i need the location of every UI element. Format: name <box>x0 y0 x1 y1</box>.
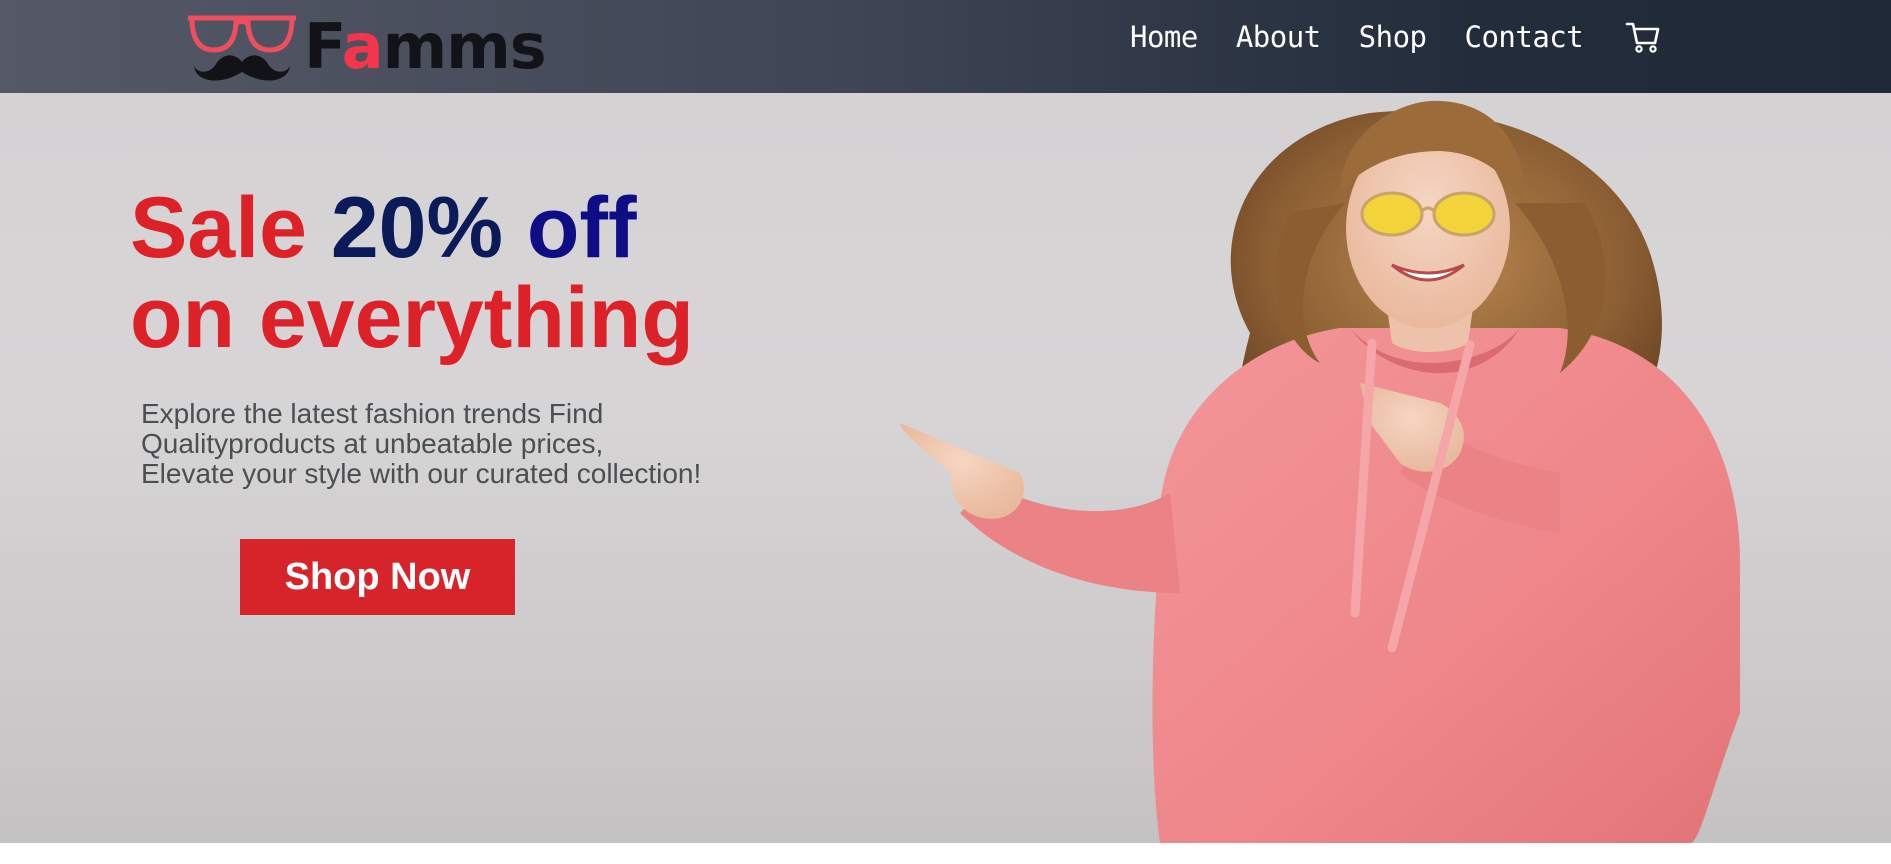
cart-icon <box>1625 22 1660 53</box>
main-nav: Home About Shop Contact <box>1130 0 1663 73</box>
site-header: Famms Home About Shop Contact <box>0 0 1891 93</box>
hero-title-off: off <box>526 180 637 276</box>
nav-link-home[interactable]: Home <box>1130 20 1198 54</box>
brand-name: Famms <box>304 14 547 80</box>
hero-description: Explore the latest fashion trends Find Q… <box>141 399 781 489</box>
hero-description-line: Elevate your style with our curated coll… <box>141 458 702 489</box>
brand-name-accent: a <box>341 10 384 83</box>
nav-link-contact[interactable]: Contact <box>1465 20 1584 54</box>
nav-link-shop[interactable]: Shop <box>1359 20 1427 54</box>
shop-now-button[interactable]: Shop Now <box>240 539 515 615</box>
hero-description-line: Explore the latest fashion trends Find <box>141 398 604 429</box>
cart-button[interactable] <box>1623 17 1663 57</box>
hero-title-sale: Sale <box>130 180 307 276</box>
brand-logo[interactable]: Famms <box>186 12 566 84</box>
brand-name-rest: mms <box>382 10 547 83</box>
glasses-mustache-icon <box>188 15 296 81</box>
hero-title-discount: 20% <box>330 180 503 276</box>
hero-title-line2: on everything <box>130 270 694 366</box>
hero-banner: Sale 20% off on everything Explore the l… <box>0 93 1891 843</box>
brand-name-first: F <box>304 10 343 83</box>
hero-description-line: Qualityproducts at unbeatable prices, <box>141 428 604 459</box>
page: Famms Home About Shop Contact Sale 20% o… <box>0 0 1891 864</box>
nav-link-about[interactable]: About <box>1236 20 1321 54</box>
hero-title: Sale 20% off on everything <box>130 183 694 363</box>
